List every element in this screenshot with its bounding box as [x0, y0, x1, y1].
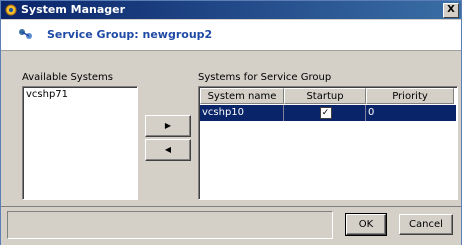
cancel-button[interactable]: Cancel [399, 214, 453, 235]
status-panel [7, 211, 333, 239]
table-header: System name Startup Priority [200, 88, 456, 104]
service-group-icon [19, 29, 32, 39]
available-systems-list[interactable]: vcshp71 [22, 86, 138, 200]
column-header-startup[interactable]: Startup [284, 88, 366, 104]
title-bar[interactable]: System Manager X [1, 1, 461, 19]
available-systems-label: Available Systems [22, 72, 113, 83]
service-group-heading: Service Group: newgroup2 [47, 28, 213, 41]
dialog-header: Service Group: newgroup2 [1, 20, 461, 51]
remove-system-button[interactable]: ◀ [145, 139, 191, 161]
ok-button[interactable]: OK [345, 213, 387, 236]
column-header-system-name[interactable]: System name [200, 88, 284, 104]
cell-system-name: vcshp10 [200, 105, 284, 121]
service-group-systems-table[interactable]: System name Startup Priority vcshp10 ✓ 0 [198, 86, 458, 200]
cell-priority[interactable]: 0 [366, 105, 454, 121]
system-manager-dialog: System Manager X Service Group: newgroup… [0, 0, 462, 245]
close-button[interactable]: X [443, 3, 459, 18]
column-header-priority[interactable]: Priority [366, 88, 454, 104]
table-row[interactable]: vcshp10 ✓ 0 [200, 105, 456, 121]
system-manager-icon [5, 4, 17, 16]
window-title: System Manager [21, 3, 126, 16]
list-item[interactable]: vcshp71 [23, 87, 137, 102]
cell-startup: ✓ [284, 105, 366, 121]
startup-checkbox[interactable]: ✓ [319, 107, 332, 119]
selected-systems-label: Systems for Service Group [198, 72, 332, 83]
add-system-button[interactable]: ▶ [145, 115, 191, 137]
dialog-footer: OK Cancel [1, 206, 461, 245]
